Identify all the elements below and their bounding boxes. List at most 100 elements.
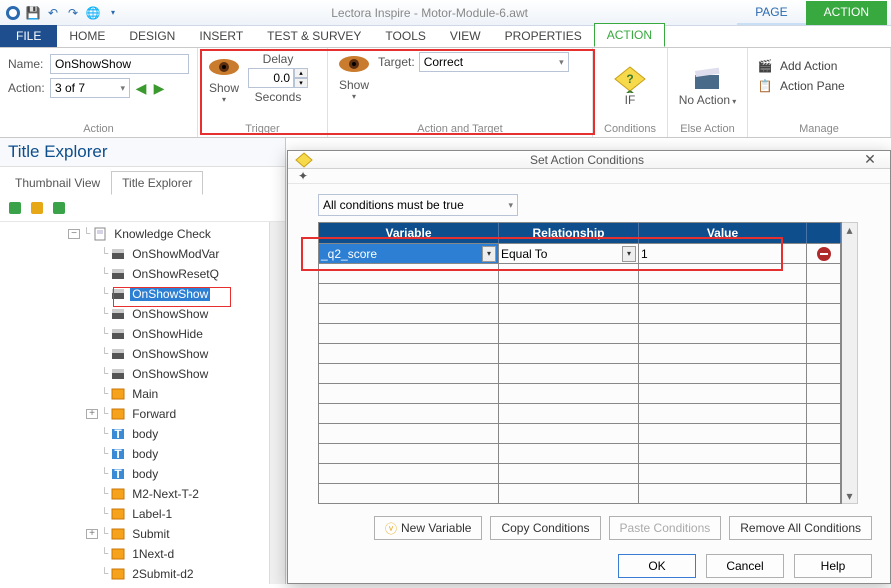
- rel-dropdown-icon[interactable]: ▾: [622, 246, 636, 262]
- explorer-tree[interactable]: −└Knowledge Check└OnShowModVar└OnShowRes…: [0, 222, 269, 584]
- tree-item-label: OnShowHide: [130, 327, 205, 341]
- explorer-scrollbar[interactable]: [269, 222, 285, 584]
- tree-item[interactable]: +└Forward: [0, 404, 269, 424]
- if-icon[interactable]: ?: [612, 64, 648, 94]
- tab-tools[interactable]: TOOLS: [373, 25, 437, 47]
- clapper-icon[interactable]: [690, 64, 726, 94]
- dialog-icon: [294, 152, 318, 168]
- condition-row[interactable]: _q2_score▾ Equal To▾ 1: [319, 243, 841, 263]
- tree-item-label: M2-Next-T-2: [130, 487, 201, 501]
- undo-icon[interactable]: ↶: [44, 4, 62, 22]
- tab-home[interactable]: HOME: [57, 25, 117, 47]
- action-eye-icon[interactable]: [336, 52, 372, 76]
- tree-item[interactable]: └M2-Next-T-2: [0, 484, 269, 504]
- tab-view[interactable]: VIEW: [438, 25, 493, 47]
- help-button[interactable]: Help: [794, 554, 872, 578]
- tab-action[interactable]: ACTION: [594, 23, 665, 47]
- action-icon: [110, 367, 126, 381]
- expand-all-icon[interactable]: [6, 199, 24, 217]
- tree-item[interactable]: └Tbody: [0, 464, 269, 484]
- action-icon: [110, 327, 126, 341]
- explorer-toolbar: [0, 195, 285, 222]
- tab-design[interactable]: DESIGN: [117, 25, 187, 47]
- tree-item[interactable]: └Label-1: [0, 504, 269, 524]
- action-dropdown-icon[interactable]: ▾: [352, 92, 356, 101]
- tree-item[interactable]: └Tbody: [0, 444, 269, 464]
- tab-title-explorer[interactable]: Title Explorer: [111, 171, 203, 195]
- collapse-all-icon[interactable]: [28, 199, 46, 217]
- tab-properties[interactable]: PROPERTIES: [493, 25, 594, 47]
- tree-item-label: Main: [130, 387, 160, 401]
- paste-conditions-button[interactable]: Paste Conditions: [609, 516, 722, 540]
- explorer-tabs: Thumbnail View Title Explorer: [0, 167, 285, 195]
- tree-item-label: OnShowShow: [130, 347, 210, 361]
- img-icon: [110, 547, 126, 561]
- tab-insert[interactable]: INSERT: [187, 25, 255, 47]
- seconds-label: Seconds: [255, 90, 302, 104]
- tree-item-label: OnShowModVar: [130, 247, 221, 261]
- tree-item[interactable]: └1Next-d: [0, 544, 269, 564]
- dialog-tool-icon[interactable]: ✦: [298, 169, 308, 183]
- new-variable-button[interactable]: ⓥNew Variable: [374, 516, 483, 540]
- delay-spin-up[interactable]: ▴: [294, 68, 308, 78]
- tree-item[interactable]: └2Submit-d2: [0, 564, 269, 584]
- context-tab-action[interactable]: ACTION: [806, 1, 887, 25]
- text-icon: T: [110, 427, 126, 441]
- locate-icon[interactable]: [50, 199, 68, 217]
- save-icon[interactable]: 💾: [24, 4, 42, 22]
- grid-scrollbar[interactable]: ▴▾: [842, 222, 858, 504]
- tree-item[interactable]: −└Knowledge Check: [0, 224, 269, 244]
- tree-item[interactable]: └OnShowHide: [0, 324, 269, 344]
- action-index-field[interactable]: 3 of 7▾: [50, 78, 130, 98]
- delay-spin-down[interactable]: ▾: [294, 78, 308, 88]
- name-field[interactable]: OnShowShow: [50, 54, 189, 74]
- qat-dropdown-icon[interactable]: ▾: [104, 4, 122, 22]
- dialog-titlebar: Set Action Conditions ✕: [288, 151, 890, 169]
- delay-input[interactable]: [248, 68, 294, 88]
- header-remove: [807, 223, 841, 243]
- copy-conditions-button[interactable]: Copy Conditions: [490, 516, 600, 540]
- remove-all-button[interactable]: Remove All Conditions: [729, 516, 872, 540]
- expand-icon[interactable]: +: [86, 529, 98, 539]
- tree-item-label: body: [130, 447, 160, 461]
- remove-row-icon[interactable]: [816, 246, 832, 262]
- preview-icon[interactable]: 🌐: [84, 4, 102, 22]
- tree-item[interactable]: └Tbody: [0, 424, 269, 444]
- prev-action-button[interactable]: ◀: [134, 80, 148, 96]
- tree-item-label: OnShowShow: [130, 287, 210, 301]
- tree-item[interactable]: └OnShowShow: [0, 364, 269, 384]
- cancel-button[interactable]: Cancel: [706, 554, 784, 578]
- next-action-button[interactable]: ▶: [152, 80, 166, 96]
- tree-item[interactable]: └OnShowResetQ: [0, 264, 269, 284]
- tree-item[interactable]: └OnShowShow: [0, 344, 269, 364]
- quick-access-toolbar: 💾 ↶ ↷ 🌐 ▾: [4, 4, 122, 22]
- action-icon: [110, 287, 126, 301]
- tree-item-label: OnShowResetQ: [130, 267, 221, 281]
- trigger-dropdown-icon[interactable]: ▾: [222, 95, 226, 104]
- var-dropdown-icon[interactable]: ▾: [482, 246, 496, 262]
- dialog-close-button[interactable]: ✕: [856, 151, 884, 168]
- img-icon: [110, 567, 126, 581]
- tree-item[interactable]: └OnShowShow: [0, 284, 269, 304]
- redo-icon[interactable]: ↷: [64, 4, 82, 22]
- tab-test[interactable]: TEST & SURVEY: [255, 25, 373, 47]
- ribbon-group-trigger: Show ▾ Delay ▴▾ Seconds Trigger: [198, 48, 328, 137]
- dialog-button-row: ⓥNew Variable Copy Conditions Paste Cond…: [288, 508, 890, 548]
- target-field[interactable]: Correct▾: [419, 52, 569, 72]
- ok-button[interactable]: OK: [618, 554, 696, 578]
- tree-item[interactable]: └OnShowModVar: [0, 244, 269, 264]
- tab-file[interactable]: FILE: [0, 25, 57, 47]
- conditions-grid: Variable Relationship Value _q2_score▾ E…: [318, 222, 842, 504]
- context-tab-page[interactable]: PAGE: [737, 1, 805, 25]
- trigger-show-label: Show: [209, 81, 239, 95]
- all-conditions-dropdown[interactable]: All conditions must be true▾: [318, 194, 518, 216]
- add-action-button[interactable]: 🎬Add Action: [756, 58, 837, 74]
- trigger-eye-icon[interactable]: [206, 55, 242, 79]
- action-pane-button[interactable]: 📋Action Pane: [756, 78, 845, 94]
- tree-item[interactable]: +└Submit: [0, 524, 269, 544]
- tree-item[interactable]: └Main: [0, 384, 269, 404]
- tab-thumbnail-view[interactable]: Thumbnail View: [4, 171, 111, 195]
- expand-icon[interactable]: +: [86, 409, 98, 419]
- tree-item[interactable]: └OnShowShow: [0, 304, 269, 324]
- expand-icon[interactable]: −: [68, 229, 80, 239]
